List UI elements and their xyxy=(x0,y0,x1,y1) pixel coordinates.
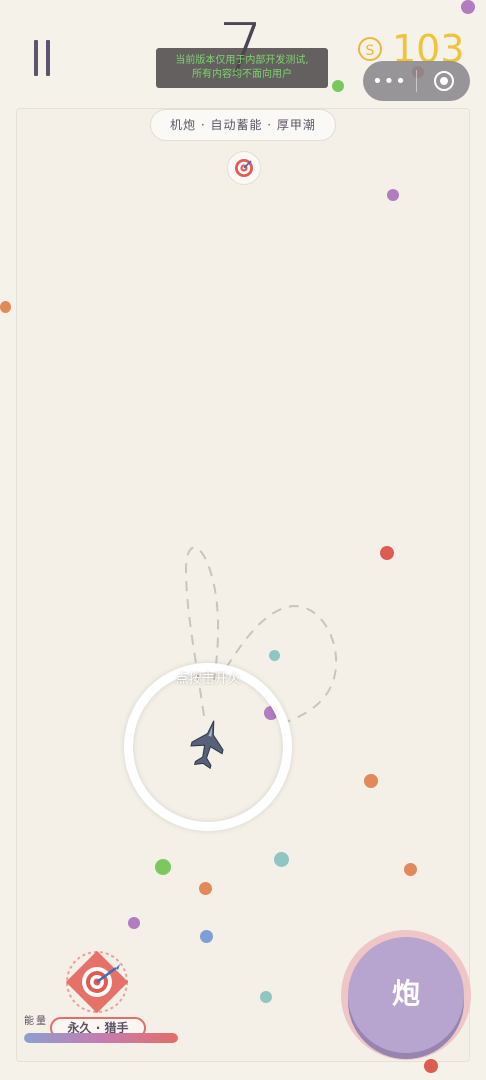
pause-icon-bar xyxy=(46,40,50,76)
jet-fighter-icon xyxy=(190,720,224,770)
play-arena xyxy=(16,108,470,1062)
capsule-close-icon xyxy=(433,71,454,91)
notice-line-2: 所有内容均不面向用户 xyxy=(192,69,292,80)
enemy-dot xyxy=(274,852,289,867)
enemy-dot xyxy=(128,917,140,929)
hunter-ability-icon[interactable] xyxy=(60,948,134,1018)
enemy-dot xyxy=(424,1059,438,1073)
notice-line-1: 当前版本仅用于内部开发测试, xyxy=(175,55,309,66)
energy-label: 能量 xyxy=(24,1016,48,1027)
coin-icon: S xyxy=(358,37,382,61)
enemy-dot xyxy=(364,774,378,788)
target-badge[interactable] xyxy=(227,151,261,185)
enemy-dot xyxy=(387,189,399,201)
enemy-dot xyxy=(461,0,475,14)
enemy-dot xyxy=(155,859,171,875)
tap-to-fire-hint: 点按击开火 xyxy=(175,672,241,687)
enemy-dot xyxy=(269,650,280,661)
pause-button[interactable] xyxy=(34,40,54,76)
enemy-dot xyxy=(200,930,213,943)
loadout-status-pill: 机炮 · 自动蓄能 · 厚甲潮 xyxy=(150,109,336,141)
enemy-dot xyxy=(380,546,394,560)
enemy-dot xyxy=(199,882,212,895)
enemy-dot xyxy=(260,991,272,1003)
capsule-close-button[interactable] xyxy=(417,71,470,91)
pause-icon xyxy=(34,40,38,76)
enemy-dot xyxy=(404,863,417,876)
target-icon xyxy=(235,159,253,177)
energy-bar xyxy=(24,1033,178,1043)
dev-notice-banner: 当前版本仅用于内部开发测试, 所有内容均不面向用户 xyxy=(156,48,328,88)
more-menu-button[interactable]: ••• xyxy=(363,71,416,92)
energy-bar-fill xyxy=(24,1033,178,1043)
mini-program-capsule: ••• xyxy=(363,61,470,101)
enemy-dot xyxy=(0,301,11,313)
fire-button[interactable]: 炮 xyxy=(348,937,464,1053)
enemy-dot xyxy=(332,80,344,92)
